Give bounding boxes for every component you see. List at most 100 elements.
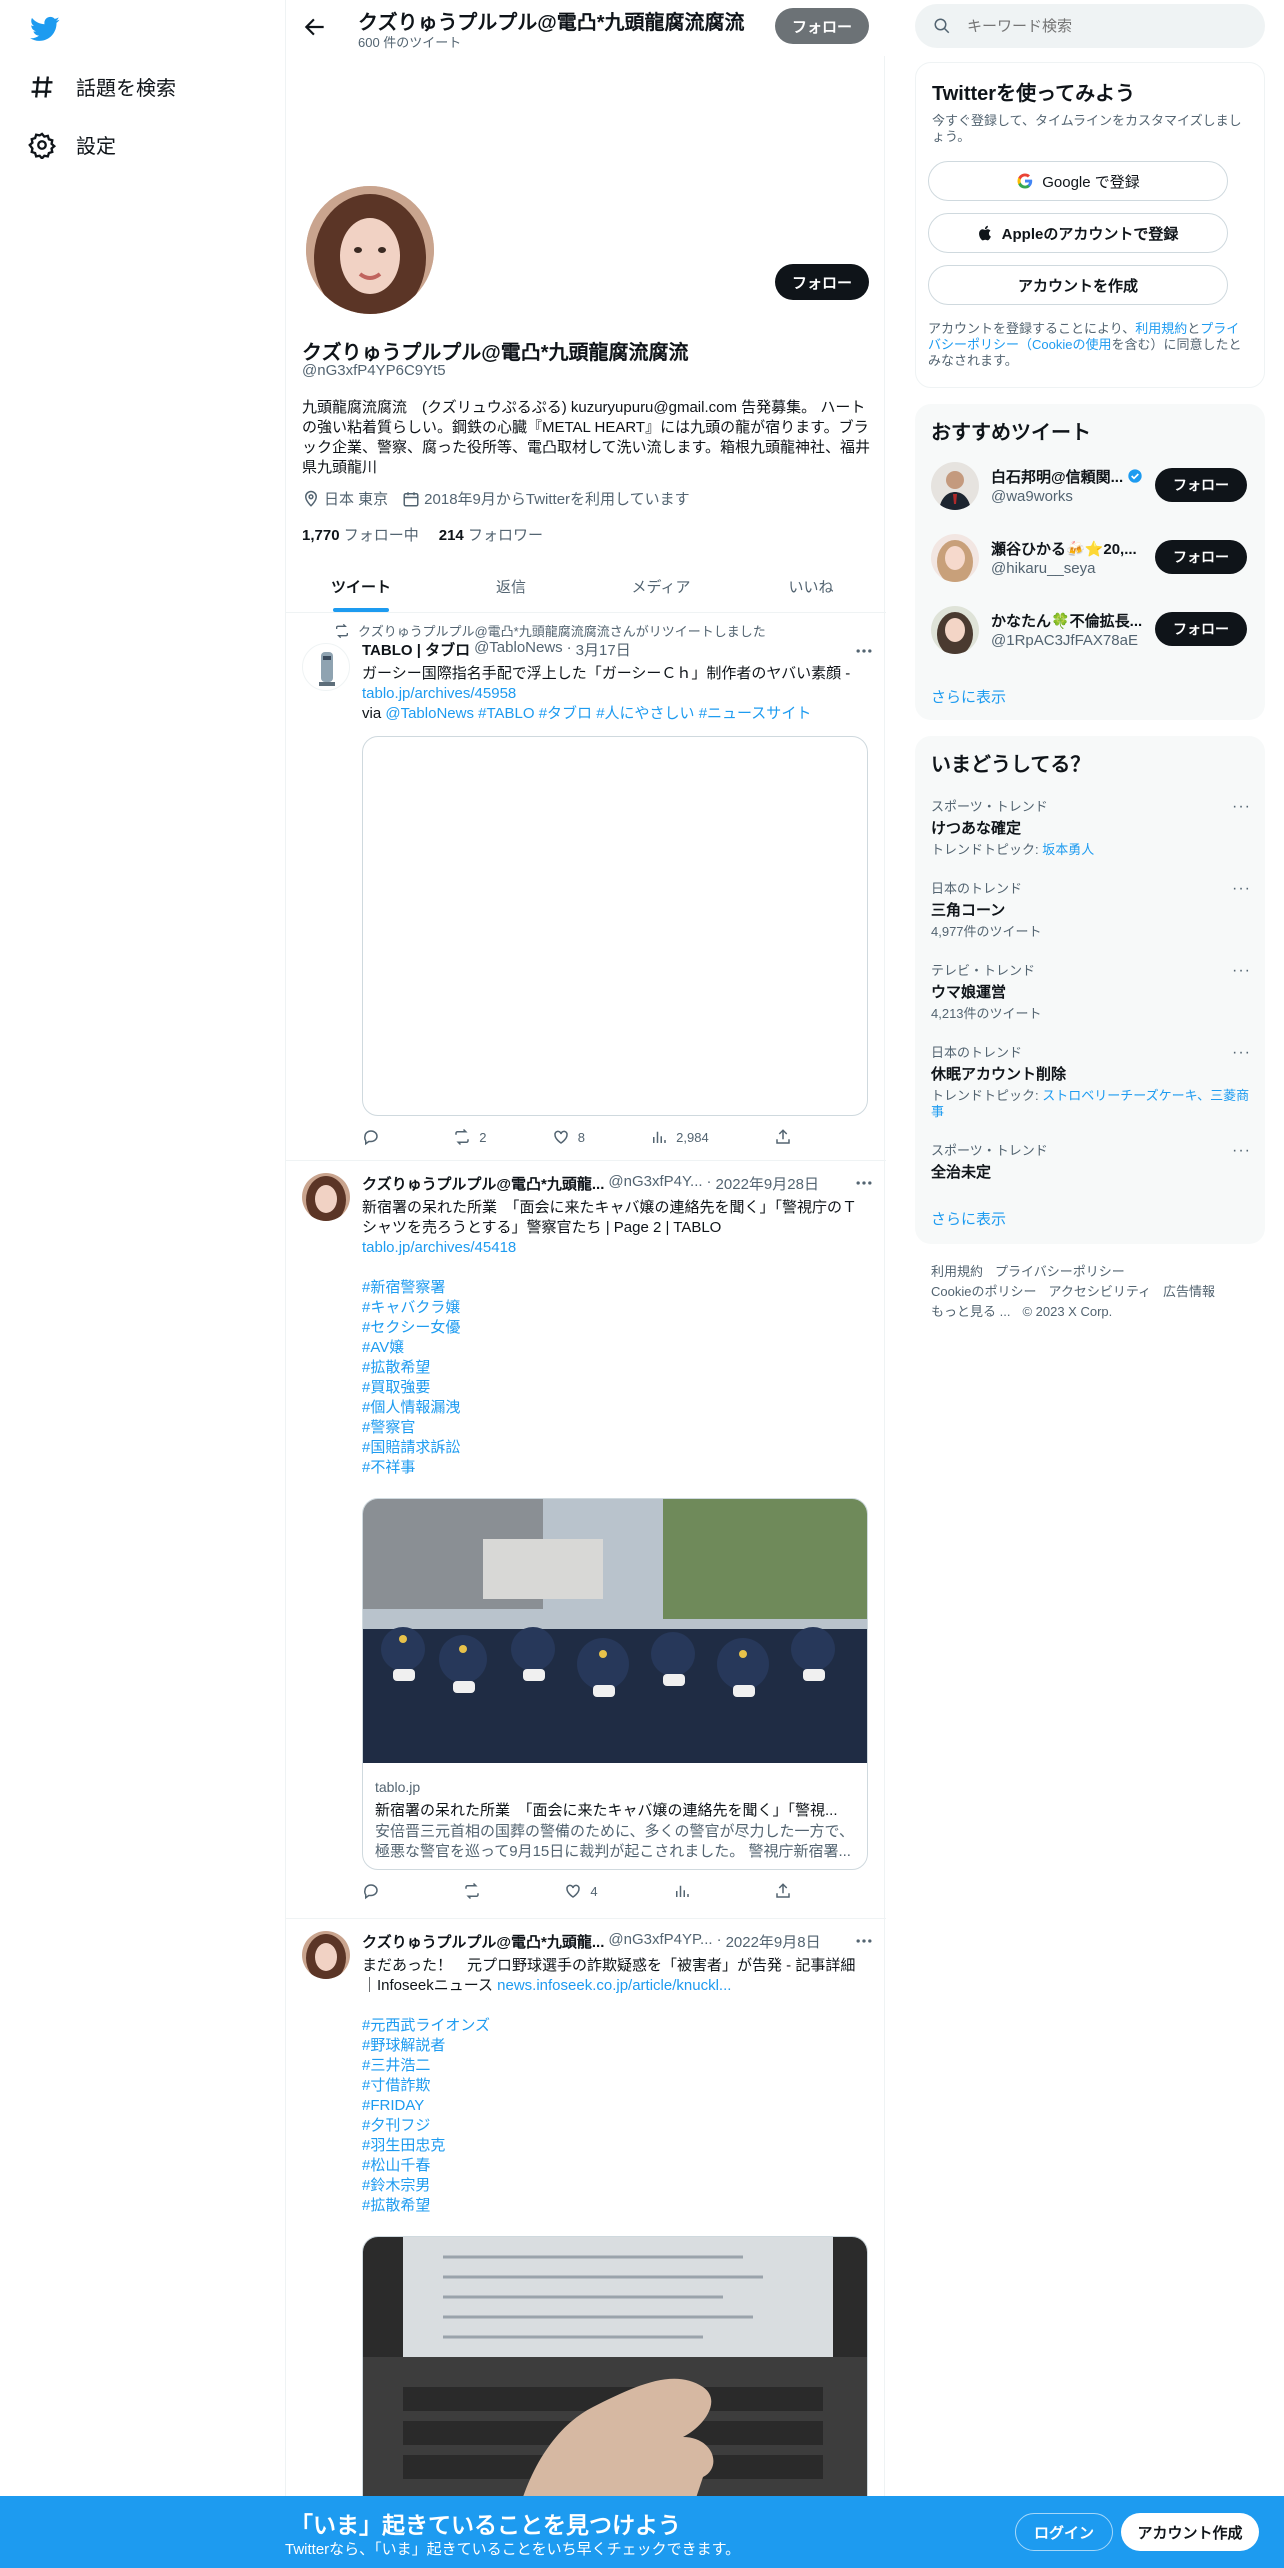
hashtag-link[interactable]: #松山千春 [362, 2156, 870, 2176]
more-options-icon[interactable]: ··· [1232, 1044, 1251, 1062]
tab-tweets[interactable]: ツイート [286, 560, 436, 612]
link-preview-card[interactable]: tablo.jp 新宿署の呆れた所業 「面会に来たキャバ嬢の連絡先を聞く」「警視… [362, 1498, 868, 1870]
hashtag-link[interactable]: #拡散希望 [362, 1358, 870, 1378]
tweet-avatar[interactable] [302, 643, 350, 691]
more-options-icon[interactable]: ··· [1232, 1142, 1251, 1160]
nav-explore[interactable]: 話題を検索 [28, 72, 176, 101]
tab-media[interactable]: メディア [586, 560, 736, 612]
like-button[interactable]: 8 [552, 1128, 585, 1146]
more-options-icon[interactable]: ··· [1232, 798, 1251, 816]
hashtag-link[interactable]: #三井浩二 [362, 2056, 870, 2076]
retweet-button[interactable] [463, 1882, 489, 1900]
tweet-link[interactable]: tablo.jp/archives/45418 [362, 1239, 516, 1256]
footer-link[interactable]: 広告情報 [1163, 1284, 1215, 1299]
hashtag-link[interactable]: #買取強要 [362, 1378, 870, 1398]
tweet-author-handle[interactable]: @nG3xfP4YP... [608, 1931, 712, 1952]
like-button[interactable]: 4 [564, 1882, 598, 1900]
hashtag-link[interactable]: #AV嬢 [362, 1338, 870, 1358]
twitter-logo-icon[interactable] [28, 14, 62, 44]
tweet-media-card[interactable] [362, 736, 868, 1116]
tweet-date[interactable]: 3月17日 [576, 639, 631, 660]
avatar[interactable] [931, 462, 979, 510]
footer-more-link[interactable]: もっと見る ... [931, 1304, 1010, 1319]
hashtag-link[interactable]: #新宿警察署 [362, 1278, 870, 1298]
hashtag-link[interactable]: #FRIDAY [362, 2096, 870, 2116]
views-button[interactable] [673, 1882, 699, 1900]
avatar[interactable] [931, 606, 979, 654]
tweet-avatar[interactable] [302, 1931, 350, 1979]
tweet-item[interactable]: クズりゅうプルプル@電凸*九頭龍腐流腐流さんがリツイートしました TABLO |… [286, 613, 886, 1161]
hashtag-link[interactable]: #キャバクラ嬢 [362, 1298, 870, 1318]
hashtag-link[interactable]: #個人情報漏洩 [362, 1398, 870, 1418]
hashtag-link[interactable]: #鈴木宗男 [362, 2176, 870, 2196]
tweet-media-photo[interactable] [362, 2236, 868, 2536]
follow-button[interactable]: フォロー [1155, 540, 1247, 574]
tweet-link[interactable]: tablo.jp/archives/45958 [362, 685, 516, 702]
share-button[interactable] [774, 1128, 792, 1146]
tweet-item[interactable]: クズりゅうプルプル@電凸*九頭龍... @nG3xfP4YP... · 2022… [286, 1919, 886, 2568]
footer-link[interactable]: プライバシーポリシー [995, 1264, 1125, 1279]
tweet-link[interactable]: news.infoseek.co.jp/article/knuckl... [497, 1977, 731, 1994]
more-options-icon[interactable]: ··· [1232, 962, 1251, 980]
footer-link[interactable]: 利用規約 [931, 1264, 983, 1279]
tweet-author-handle[interactable]: @TabloNews [474, 639, 563, 660]
tab-likes[interactable]: いいね [736, 560, 886, 612]
back-arrow-icon[interactable] [302, 14, 328, 40]
trend-item[interactable]: スポーツ・トレンド 全治未定 ··· [931, 1140, 1251, 1182]
profile-avatar[interactable] [302, 182, 438, 318]
apple-signup-button[interactable]: Appleのアカウントで登録 [928, 213, 1228, 253]
avatar[interactable] [931, 534, 979, 582]
recommended-user[interactable]: 白石邦明@信頼関... @wa9works フォロー [931, 462, 1251, 514]
tweet-author-handle[interactable]: @nG3xfP4Y... [608, 1173, 702, 1194]
footer-link[interactable]: アクセシビリティ [1048, 1284, 1151, 1299]
trend-item[interactable]: スポーツ・トレンド けつあな確定 トレンドトピック: 坂本勇人 ··· [931, 796, 1251, 858]
trend-item[interactable]: 日本のトレンド 休眠アカウント削除 トレンドトピック: ストロベリーチーズケーキ… [931, 1042, 1251, 1120]
retweet-button[interactable]: 2 [453, 1128, 486, 1146]
recommended-user[interactable]: かなたん🍀不倫拡長... @1RpAC3JfFAX78aE フォロー [931, 606, 1251, 658]
login-button[interactable]: ログイン [1015, 2513, 1113, 2551]
hashtag-link[interactable]: #夕刊フジ [362, 2116, 870, 2136]
tab-replies[interactable]: 返信 [436, 560, 586, 612]
tweet-item[interactable]: クズりゅうプルプル@電凸*九頭龍... @nG3xfP4Y... · 2022年… [286, 1161, 886, 1919]
trend-topic-link[interactable]: 坂本勇人 [1042, 842, 1094, 857]
hashtag-link[interactable]: #羽生田忠克 [362, 2136, 870, 2156]
search-box[interactable] [915, 4, 1265, 48]
follow-button[interactable]: フォロー [1155, 612, 1247, 646]
tweet-avatar[interactable] [302, 1173, 350, 1221]
hashtag-link[interactable]: #国賠請求訴訟 [362, 1438, 870, 1458]
recommend-show-more-link[interactable]: さらに表示 [931, 686, 1006, 707]
hashtag-link[interactable]: #拡散希望 [362, 2196, 870, 2216]
hashtag-link[interactable]: #野球解説者 [362, 2036, 870, 2056]
footer-link[interactable]: Cookieのポリシー [931, 1284, 1036, 1299]
hashtag-link[interactable]: #セクシー女優 [362, 1318, 870, 1338]
signup-button[interactable]: アカウント作成 [1121, 2513, 1259, 2551]
recommended-user[interactable]: 瀬谷ひかる🍻⭐20,... @hikaru__seya フォロー [931, 534, 1251, 586]
views-button[interactable]: 2,984 [650, 1128, 709, 1146]
header-follow-button[interactable]: フォロー [775, 8, 869, 44]
search-input[interactable] [967, 17, 1227, 35]
following-link[interactable]: 1,770 フォロー中 [302, 524, 419, 545]
trend-item[interactable]: 日本のトレンド 三角コーン 4,977件のツイート ··· [931, 878, 1251, 940]
tweet-date[interactable]: 2022年9月28日 [716, 1173, 819, 1194]
followers-link[interactable]: 214 フォロワー [439, 524, 543, 545]
hashtag-link[interactable]: #元西武ライオンズ [362, 2016, 870, 2036]
nav-settings[interactable]: 設定 [28, 130, 116, 159]
profile-follow-button[interactable]: フォロー [775, 264, 869, 300]
reply-button[interactable] [362, 1128, 388, 1146]
follow-button[interactable]: フォロー [1155, 468, 1247, 502]
trends-show-more-link[interactable]: さらに表示 [931, 1208, 1006, 1229]
google-signup-button[interactable]: Google で登録 [928, 161, 1228, 201]
create-account-button[interactable]: アカウントを作成 [928, 265, 1228, 305]
tweet-author-name[interactable]: クズりゅうプルプル@電凸*九頭龍... [362, 1931, 604, 1952]
terms-link[interactable]: 利用規約 [1135, 321, 1187, 336]
tweet-date[interactable]: 2022年9月8日 [726, 1931, 821, 1952]
hashtag-link[interactable]: #寸借詐欺 [362, 2076, 870, 2096]
more-options-icon[interactable]: ··· [1232, 880, 1251, 898]
hashtag-link[interactable]: #不祥事 [362, 1458, 870, 1478]
hashtag-link[interactable]: #警察官 [362, 1418, 870, 1438]
reply-button[interactable] [362, 1882, 388, 1900]
tweet-via-tags[interactable]: @TabloNews #TABLO #タブロ #人にやさしい #ニュースサイト [385, 705, 811, 722]
tweet-author-name[interactable]: クズりゅうプルプル@電凸*九頭龍... [362, 1173, 604, 1194]
tweet-author-name[interactable]: TABLO | タブロ [362, 639, 470, 660]
trend-item[interactable]: テレビ・トレンド ウマ娘運営 4,213件のツイート ··· [931, 960, 1251, 1022]
